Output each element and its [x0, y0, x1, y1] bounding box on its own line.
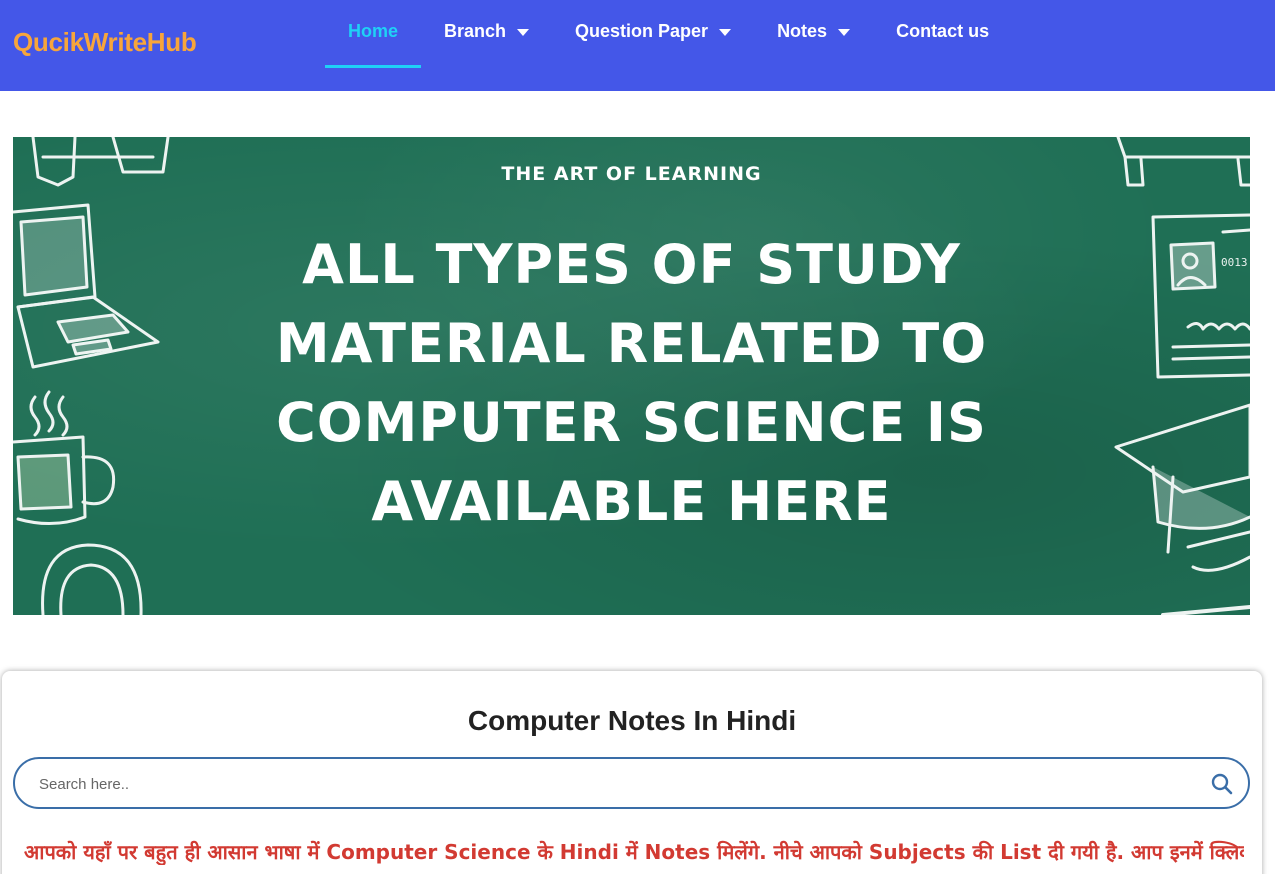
nav-home-label: Home	[348, 20, 399, 41]
notes-card: Computer Notes In Hindi आपको यहाँ पर बहु…	[2, 671, 1262, 874]
nav-contact-us-label: Contact us	[896, 20, 990, 41]
hero-title: ALL TYPES OF STUDY MATERIAL RELATED TO C…	[275, 233, 988, 533]
hero-kicker: THE ART OF LEARNING	[501, 163, 762, 185]
search-icon[interactable]	[1210, 772, 1234, 796]
bag-icon	[41, 543, 143, 615]
nav-notes[interactable]: Notes	[754, 0, 873, 68]
nav-branch[interactable]: Branch	[421, 0, 552, 68]
search-input[interactable]	[39, 771, 1189, 797]
intro-text: आपको यहाँ पर बहुत ही आसान भाषा में Compu…	[24, 840, 1244, 864]
site-header: QucikWriteHub Home Branch Question Paper…	[0, 0, 1275, 91]
nav-home[interactable]: Home	[325, 0, 422, 68]
nav-branch-label: Branch	[444, 20, 507, 41]
coffee-mug-icon	[13, 390, 116, 526]
nav-question-paper[interactable]: Question Paper	[552, 0, 754, 68]
search-box	[13, 757, 1250, 809]
chevron-down-icon	[517, 28, 530, 36]
nav-question-paper-label: Question Paper	[575, 20, 709, 41]
chevron-down-icon	[719, 28, 732, 36]
main-nav: Home Branch Question Paper Notes Contact…	[325, 0, 1012, 91]
card-title: Computer Notes In Hindi	[467, 705, 797, 736]
nav-contact-us[interactable]: Contact us	[873, 0, 1012, 68]
site-logo[interactable]: QucikWriteHub	[13, 27, 197, 58]
doodle-label: 0013	[1221, 256, 1248, 269]
chevron-down-icon	[838, 28, 851, 36]
laptop-icon	[13, 203, 160, 369]
id-card-icon	[1151, 213, 1250, 379]
hero-banner: 0013 THE ART OF LEARNING ALL TYPES OF ST…	[13, 137, 1250, 615]
nav-notes-label: Notes	[777, 20, 828, 41]
graduation-cap-icon	[1114, 403, 1250, 572]
